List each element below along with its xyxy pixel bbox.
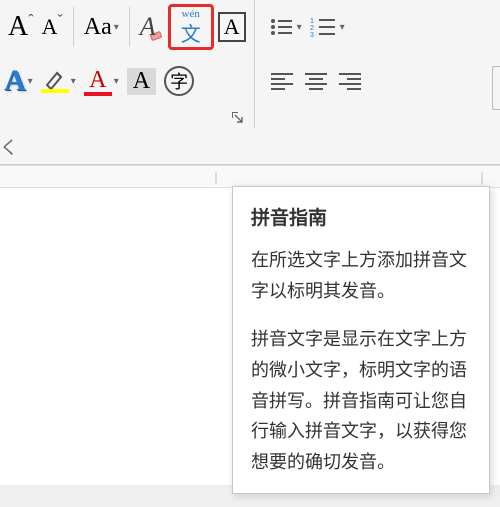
ruler[interactable]: ｜ ｜ [0, 166, 500, 188]
tooltip-body-2: 拼音文字是显示在文字上方的微小文字，标明文字的语音拼写。拼音指南可让您自行输入拼… [251, 324, 471, 477]
bullets-button[interactable]: ▾ [265, 5, 306, 49]
enclose-char-button[interactable]: 字 [160, 59, 198, 103]
shrink-font-button[interactable]: A ˇ [38, 5, 67, 49]
tooltip-title: 拼音指南 [251, 203, 471, 235]
align-right-button[interactable] [333, 59, 367, 103]
align-left-button[interactable] [265, 59, 299, 103]
svg-text:1: 1 [310, 18, 314, 25]
ribbon-row-1b: ▾ 123 ▾ [255, 0, 500, 54]
chevron-down-icon: ▾ [71, 76, 76, 87]
cut-edge [492, 66, 500, 110]
shrink-font-icon: A [42, 14, 58, 40]
tab-mark[interactable]: く [0, 134, 34, 164]
svg-text:2: 2 [310, 25, 314, 32]
ribbon-row-2: A ▾ ▾ A ▾ A [0, 54, 254, 108]
highlighter-icon [43, 69, 67, 91]
align-right-icon [337, 71, 363, 91]
align-left-icon [269, 71, 295, 91]
tooltip-phonetic-guide: 拼音指南 在所选文字上方添加拼音文字以标明其发音。 拼音文字是显示在文字上方的微… [232, 186, 490, 494]
change-case-button[interactable]: Aa ▾ [80, 5, 123, 49]
tab-strip: く [0, 128, 500, 165]
phonetic-guide-button[interactable]: wén 文 [168, 4, 214, 50]
grow-font-button[interactable]: A ˆ [4, 5, 38, 49]
align-center-icon [303, 71, 329, 91]
ribbon: A ˆ A ˇ Aa ▾ A wén [0, 0, 500, 165]
chevron-down-icon: ▾ [28, 76, 33, 87]
numbering-icon: 123 [310, 16, 338, 38]
chevron-down-icon: ▾ [297, 22, 302, 33]
highlight-button[interactable]: ▾ [37, 59, 80, 103]
ribbon-row-2b [255, 54, 500, 108]
dialog-launcher-icon[interactable] [230, 110, 244, 124]
chevron-down-icon: ▾ [340, 22, 345, 33]
numbering-button[interactable]: 123 ▾ [306, 5, 349, 49]
chevron-down-icon: ▾ [114, 76, 119, 87]
text-effects-button[interactable]: A ▾ [0, 59, 37, 103]
char-border-button[interactable]: A [214, 5, 250, 49]
clear-format-button[interactable]: A [136, 5, 168, 49]
char-shading-button[interactable]: A [123, 59, 160, 103]
font-group-launcher-row [0, 108, 254, 128]
chevron-down-icon: ▾ [114, 22, 119, 33]
grow-font-icon: A [8, 11, 28, 43]
ribbon-row-1: A ˆ A ˇ Aa ▾ A wén [0, 0, 254, 54]
svg-text:3: 3 [310, 32, 314, 38]
bullets-icon [269, 16, 295, 38]
font-color-button[interactable]: A ▾ [80, 59, 123, 103]
align-center-button[interactable] [299, 59, 333, 103]
tooltip-body-1: 在所选文字上方添加拼音文字以标明其发音。 [251, 245, 471, 306]
